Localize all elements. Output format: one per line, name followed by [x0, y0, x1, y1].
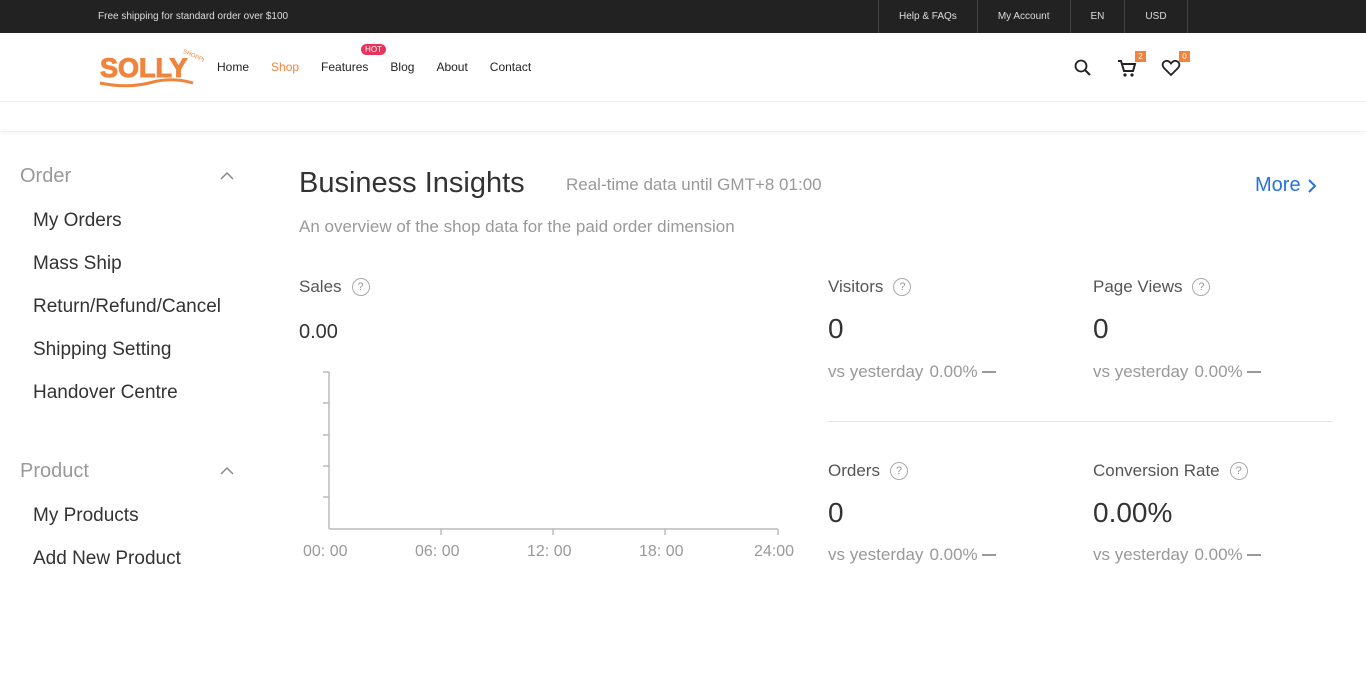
nav-blog[interactable]: Blog [390, 60, 414, 74]
realtime-note: Real-time data until GMT+8 01:00 [566, 175, 822, 194]
visitors-label: Visitors ? [828, 277, 912, 297]
page-views-comparison: vs yesterday 0.00% [1093, 362, 1261, 382]
page-views-value: 0 [1093, 313, 1109, 344]
conversion-rate-value: 0.00% [1093, 497, 1173, 528]
flat-trend-icon [981, 371, 996, 373]
chart-tick-label: 18: 00 [639, 543, 684, 560]
header-divider-band [0, 102, 1366, 132]
more-link-label: More [1255, 174, 1301, 196]
help-icon[interactable]: ? [1192, 278, 1211, 296]
conversion-rate-label-text: Conversion Rate [1093, 461, 1220, 480]
sidebar-product-title[interactable]: Product [20, 460, 240, 488]
flat-trend-icon [1246, 371, 1261, 373]
overview-subtitle: An overview of the shop data for the pai… [299, 217, 735, 236]
page-title: Business Insights [299, 167, 525, 199]
vs-value: 0.00% [929, 545, 978, 564]
vs-value: 0.00% [1194, 362, 1243, 381]
sales-label-text: Sales [299, 277, 342, 296]
wishlist-count-badge: 0 [1179, 51, 1190, 62]
site-header: SOLLY SHOPPING Home Shop Features HOT Bl… [0, 33, 1366, 102]
orders-value: 0 [828, 497, 844, 528]
top-bar: Free shipping for standard order over $1… [0, 0, 1366, 33]
sidebar-product-section: Product My Products Add New Product [20, 460, 240, 580]
shipping-promo: Free shipping for standard order over $1… [98, 11, 289, 22]
sidebar-order-title[interactable]: Order [20, 165, 240, 193]
main-nav: Home Shop Features HOT Blog About Contac… [217, 44, 553, 74]
orders-label: Orders ? [828, 461, 908, 481]
help-icon[interactable]: ? [893, 278, 912, 296]
search-icon[interactable] [1072, 57, 1094, 79]
nav-shop[interactable]: Shop [271, 60, 299, 74]
vs-value: 0.00% [929, 362, 978, 381]
visitors-comparison: vs yesterday 0.00% [828, 362, 996, 382]
chevron-right-icon [1307, 178, 1316, 193]
sales-chart [323, 371, 779, 535]
language-selector[interactable]: EN [1071, 0, 1126, 33]
help-icon[interactable]: ? [1229, 462, 1248, 480]
vs-label: vs yesterday [1093, 362, 1189, 381]
chart-tick-label: 06: 00 [415, 543, 460, 560]
sidebar-product-title-label: Product [20, 460, 89, 482]
sidebar-item-shipping-setting[interactable]: Shipping Setting [20, 328, 240, 371]
nav-about[interactable]: About [436, 60, 467, 74]
top-links: Help & FAQs My Account EN USD [878, 0, 1188, 33]
conversion-rate-label: Conversion Rate ? [1093, 461, 1248, 481]
vs-label: vs yesterday [828, 545, 924, 564]
chevron-up-icon[interactable] [219, 169, 235, 183]
chart-tick-label: 24:00 [754, 543, 795, 560]
flat-trend-icon [1246, 554, 1261, 556]
nav-home[interactable]: Home [217, 60, 249, 74]
sidebar-item-my-products[interactable]: My Products [20, 494, 240, 537]
vs-label: vs yesterday [828, 362, 924, 381]
metrics-divider [828, 421, 1333, 422]
sidebar-item-my-orders[interactable]: My Orders [20, 199, 240, 242]
flat-trend-icon [981, 554, 996, 556]
chart-tick-label: 00: 00 [303, 543, 348, 560]
nav-contact[interactable]: Contact [490, 60, 531, 74]
solly-logo[interactable]: SOLLY SHOPPING [98, 45, 204, 89]
sidebar-item-mass-ship[interactable]: Mass Ship [20, 242, 240, 285]
sidebar-item-return-refund-cancel[interactable]: Return/Refund/Cancel [20, 285, 240, 328]
nav-features-label: Features [321, 60, 369, 74]
chevron-up-icon[interactable] [219, 464, 235, 478]
currency-selector[interactable]: USD [1125, 0, 1188, 33]
sidebar-order-section: Order My Orders Mass Ship Return/Refund/… [20, 165, 240, 414]
page-views-label-text: Page Views [1093, 277, 1183, 296]
sidebar-item-add-new-product[interactable]: Add New Product [20, 537, 240, 580]
help-icon[interactable]: ? [351, 278, 370, 296]
orders-comparison: vs yesterday 0.00% [828, 545, 996, 565]
hot-badge: HOT [361, 44, 386, 55]
sidebar-item-handover-centre[interactable]: Handover Centre [20, 371, 240, 414]
nav-features[interactable]: Features HOT [321, 44, 386, 74]
conversion-rate-comparison: vs yesterday 0.00% [1093, 545, 1261, 565]
header-actions: 2 0 [1072, 51, 1204, 79]
visitors-label-text: Visitors [828, 277, 884, 296]
help-faqs-link[interactable]: Help & FAQs [879, 0, 978, 33]
vs-value: 0.00% [1194, 545, 1243, 564]
cart-count-badge: 2 [1135, 51, 1146, 62]
help-icon[interactable]: ? [889, 462, 908, 480]
sales-label: Sales ? [299, 277, 370, 297]
more-link[interactable]: More [1255, 174, 1317, 197]
chart-tick-label: 12: 00 [527, 543, 572, 560]
sidebar-order-title-label: Order [20, 165, 72, 187]
vs-label: vs yesterday [1093, 545, 1189, 564]
my-account-link[interactable]: My Account [978, 0, 1071, 33]
orders-label-text: Orders [828, 461, 880, 480]
cart-icon[interactable]: 2 [1116, 51, 1146, 79]
visitors-value: 0 [828, 313, 844, 344]
heart-icon[interactable]: 0 [1160, 51, 1190, 79]
page-views-label: Page Views ? [1093, 277, 1211, 297]
sales-value: 0.00 [299, 321, 338, 343]
